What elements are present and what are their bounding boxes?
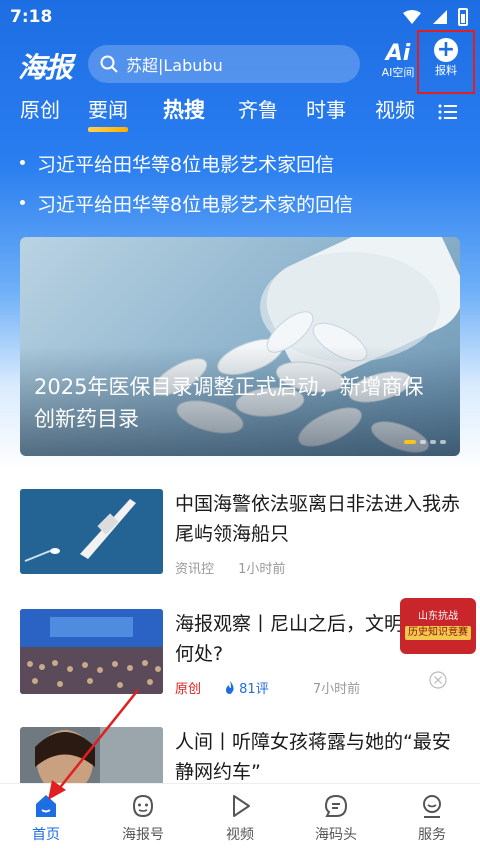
flame-icon (226, 681, 234, 694)
plus-icon: + (434, 38, 458, 62)
news-thumbnail-coast-guard (20, 489, 163, 574)
search-text: 苏超|Labubu (126, 56, 223, 75)
carousel-dot (430, 440, 436, 444)
nav-services[interactable]: 服务 (392, 792, 472, 844)
ai-space-label: AI空间 (381, 66, 415, 79)
nav-video[interactable]: 视频 (200, 792, 280, 844)
promo-line-1: 山东抗战 (418, 611, 458, 622)
news-title: 人间丨听障女孩蒋露与她的“最安静网约车” (175, 731, 451, 783)
quiz-promo-badge[interactable]: 山东抗战 历史知识竞赛 (400, 598, 476, 654)
news-comment-count: 81评 (239, 682, 269, 697)
news-meta: 资讯控 1小时前 (175, 558, 305, 577)
tab-headlines-label: 要闻 (88, 98, 128, 122)
signal-icon (433, 10, 447, 24)
banner-title: 2025年医保目录调整正式启动，新增商保创新药目录 (34, 375, 424, 431)
channel-tabs: 原创 要闻 热搜 齐鲁 时事 视频 (0, 96, 480, 132)
news-time: 1小时前 (238, 562, 286, 577)
nav-haima-tou[interactable]: 海码头 (296, 792, 376, 844)
face-icon (132, 794, 154, 818)
news-thumbnail-forum (20, 609, 163, 694)
news-thumbnail-driver (20, 727, 163, 783)
tab-active-indicator (88, 127, 128, 132)
headline-text: 习近平给田华等8位电影艺术家的回信 (37, 194, 354, 216)
ai-icon: Ai (385, 41, 411, 66)
tab-video[interactable]: 视频 (375, 96, 415, 124)
tab-headlines[interactable]: 要闻 (88, 96, 128, 132)
promo-line-2: 历史知识竞赛 (405, 626, 471, 640)
wifi-icon (403, 10, 421, 24)
report-button[interactable]: + 报料 (417, 30, 475, 94)
nav-services-label: 服务 (418, 827, 446, 843)
headline-text: 习近平给田华等8位电影艺术家回信 (37, 154, 335, 176)
app-header: 海报 苏超|Labubu Ai AI空间 + 报料 (0, 30, 480, 94)
news-source: 原创 (175, 682, 202, 697)
news-comments: 81评 (225, 681, 289, 697)
nav-haima-tou-label: 海码头 (315, 827, 357, 843)
nav-haibao-account-label: 海报号 (122, 827, 164, 843)
play-icon (233, 795, 250, 817)
headline-item[interactable]: 习近平给田华等8位电影艺术家的回信 (20, 190, 353, 217)
news-meta: 原创 81评 7小时前 (175, 678, 380, 697)
carousel-dot (440, 440, 446, 444)
ai-space-button[interactable]: Ai AI空间 (378, 42, 418, 88)
news-source: 资讯控 (175, 562, 215, 577)
bottom-navigation: 首页 海报号 视频 海码头 服务 (0, 783, 480, 853)
nav-video-label: 视频 (226, 827, 254, 843)
headline-item[interactable]: 习近平给田华等8位电影艺术家回信 (20, 150, 334, 177)
carousel-dot (420, 440, 426, 444)
tab-original[interactable]: 原创 (20, 96, 60, 124)
dismiss-icon[interactable] (428, 670, 448, 690)
search-bar[interactable]: 苏超|Labubu (88, 45, 360, 83)
search-icon (100, 55, 118, 73)
featured-banner[interactable]: 2025年医保目录调整正式启动，新增商保创新药目录 (20, 237, 460, 456)
bullet-icon (20, 160, 25, 165)
tab-trending[interactable]: 热搜 (163, 96, 205, 124)
chat-bubble-icon (324, 794, 348, 817)
tab-current-affairs[interactable]: 时事 (306, 96, 346, 124)
home-icon (36, 795, 56, 817)
nav-home[interactable]: 首页 (6, 792, 86, 844)
carousel-indicator (404, 440, 446, 444)
nav-haibao-account[interactable]: 海报号 (103, 792, 183, 844)
status-time: 7:18 (10, 7, 53, 27)
tab-qilu[interactable]: 齐鲁 (238, 96, 278, 124)
report-label: 报料 (435, 64, 457, 77)
nav-home-label: 首页 (32, 827, 60, 843)
news-title: 中国海警依法驱离日非法进入我赤尾屿领海船只 (175, 493, 461, 545)
news-item[interactable]: 人间丨听障女孩蒋露与她的“最安静网约车” (0, 727, 480, 783)
app-logo: 海报 (18, 51, 73, 84)
status-bar: 7:18 (0, 0, 480, 36)
service-icon (423, 795, 441, 818)
news-item[interactable]: 中国海警依法驱离日非法进入我赤尾屿领海船只 资讯控 1小时前 (0, 489, 480, 584)
carousel-dot-active (404, 440, 416, 444)
bullet-icon (20, 200, 25, 205)
battery-icon (458, 8, 468, 26)
news-time: 7小时前 (312, 682, 361, 697)
menu-icon[interactable] (438, 104, 458, 120)
